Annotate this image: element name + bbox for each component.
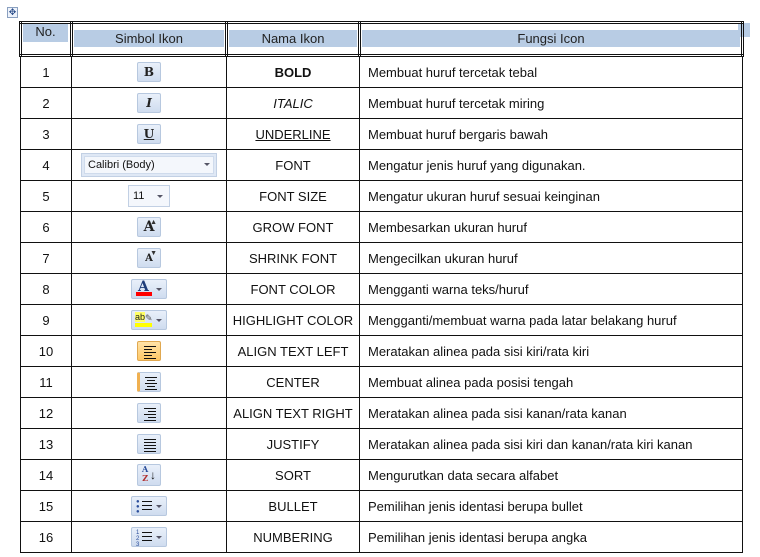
row-number: 3 — [20, 118, 72, 150]
underline-icon[interactable]: U — [137, 124, 161, 144]
row-number: 8 — [20, 273, 72, 305]
chevron-down-icon — [157, 195, 163, 198]
table-row: 16 123 NUMBERING Pemilihan jenis identas… — [20, 521, 743, 553]
chevron-down-icon — [204, 163, 210, 166]
icon-function: Mengganti/membuat warna pada latar belak… — [359, 304, 743, 336]
highlight-color-icon[interactable]: ab ✎ — [131, 310, 167, 330]
justify-icon[interactable] — [137, 434, 161, 454]
bold-icon[interactable]: B — [137, 62, 161, 82]
row-number: 13 — [20, 428, 72, 460]
row-number: 7 — [20, 242, 72, 274]
icon-function: Meratakan alinea pada sisi kiri/rata kir… — [359, 335, 743, 367]
row-number: 12 — [20, 397, 72, 429]
icon-function: Pemilihan jenis identasi berupa angka — [359, 521, 743, 553]
row-number: 1 — [20, 55, 72, 88]
icon-function: Membuat huruf bergaris bawah — [359, 118, 743, 150]
row-number: 15 — [20, 490, 72, 522]
header-name: Nama Ikon — [225, 21, 361, 57]
icon-name: HIGHLIGHT COLOR — [226, 304, 360, 336]
icon-function: Meratakan alinea pada sisi kanan/rata ka… — [359, 397, 743, 429]
table-row: 8 A FONT COLOR Mengganti warna teks/huru… — [20, 273, 743, 305]
row-number: 6 — [20, 211, 72, 243]
table-row: 1 B BOLD Membuat huruf tercetak tebal — [20, 55, 743, 88]
table-row: 13 JUSTIFY Meratakan alinea pada sisi ki… — [20, 428, 743, 460]
shrink-font-icon[interactable]: A ▼ — [137, 248, 161, 268]
icon-name: SHRINK FONT — [226, 242, 360, 274]
align-left-icon[interactable] — [137, 341, 161, 361]
table-row: 10 ALIGN TEXT LEFT Meratakan alinea pada… — [20, 335, 743, 367]
chevron-down-icon — [156, 319, 162, 322]
icon-name: FONT SIZE — [226, 180, 360, 212]
icon-name: NUMBERING — [226, 521, 360, 553]
header-symbol: Simbol Ikon — [70, 21, 228, 57]
icon-name: ITALIC — [226, 87, 360, 119]
row-number: 4 — [20, 149, 72, 181]
row-number: 9 — [20, 304, 72, 336]
icon-name: GROW FONT — [226, 211, 360, 243]
grow-font-icon[interactable]: A ▲ — [137, 217, 161, 237]
icon-name: BULLET — [226, 490, 360, 522]
align-center-icon[interactable] — [137, 372, 161, 392]
icon-function: Mengurutkan data secara alfabet — [359, 459, 743, 491]
font-dropdown[interactable]: Calibri (Body) — [81, 153, 217, 177]
font-size-dropdown[interactable]: 11 — [128, 185, 170, 207]
table-row: 15 ● ● ● BULLET Pemilihan jenis identasi b… — [20, 490, 743, 522]
table-row: 12 ALIGN TEXT RIGHT Meratakan alinea pad… — [20, 397, 743, 429]
row-number: 10 — [20, 335, 72, 367]
font-color-icon[interactable]: A — [131, 279, 167, 299]
table-row: 11 CENTER Membuat alinea pada posisi ten… — [20, 366, 743, 398]
icon-function: Mengatur jenis huruf yang digunakan. — [359, 149, 743, 181]
table-row: 14 A Z ↓ SORT Mengurutkan data secara alfa… — [20, 459, 743, 491]
icon-function: Membesarkan ukuran huruf — [359, 211, 743, 243]
icon-function: Pemilihan jenis identasi berupa bullet — [359, 490, 743, 522]
table-header-row: No. Simbol Ikon Nama Ikon Fungsi Icon — [19, 21, 744, 57]
icon-name: JUSTIFY — [226, 428, 360, 460]
table-row: 9 ab ✎ HIGHLIGHT COLOR Mengganti/membuat … — [20, 304, 743, 336]
icon-function: Mengatur ukuran huruf sesuai keinginan — [359, 180, 743, 212]
table-row: 4 Calibri (Body) FONT Mengatur jenis hur… — [20, 149, 743, 181]
icon-name: ALIGN TEXT RIGHT — [226, 397, 360, 429]
row-number: 11 — [20, 366, 72, 398]
chevron-down-icon — [156, 536, 162, 539]
icon-name: BOLD — [226, 55, 360, 88]
icon-function: Mengganti warna teks/huruf — [359, 273, 743, 305]
header-no: No. — [19, 21, 73, 57]
sort-icon[interactable]: A Z ↓ — [137, 464, 161, 486]
table-row: 5 11 FONT SIZE Mengatur ukuran huruf ses… — [20, 180, 743, 212]
icon-name: FONT — [226, 149, 360, 181]
icon-function: Mengecilkan ukuran huruf — [359, 242, 743, 274]
row-number: 16 — [20, 521, 72, 553]
chevron-down-icon — [156, 505, 162, 508]
icon-name: CENTER — [226, 366, 360, 398]
header-function: Fungsi Icon — [358, 21, 744, 57]
row-number: 2 — [20, 87, 72, 119]
icon-function: Membuat huruf tercetak tebal — [359, 55, 743, 88]
table-row: 7 A ▼ SHRINK FONT Mengecilkan ukuran huru… — [20, 242, 743, 274]
icon-function: Membuat huruf tercetak miring — [359, 87, 743, 119]
table-row: 6 A ▲ GROW FONT Membesarkan ukuran huruf — [20, 211, 743, 243]
italic-icon[interactable]: I — [137, 93, 161, 113]
icon-name: SORT — [226, 459, 360, 491]
numbering-icon[interactable]: 123 — [131, 527, 167, 548]
icon-name: FONT COLOR — [226, 273, 360, 305]
icon-function: Meratakan alinea pada sisi kiri dan kana… — [359, 428, 743, 460]
icon-function: Membuat alinea pada posisi tengah — [359, 366, 743, 398]
row-number: 14 — [20, 459, 72, 491]
row-number: 5 — [20, 180, 72, 212]
chevron-down-icon — [156, 288, 162, 291]
table-row: 2 I ITALIC Membuat huruf tercetak miring — [20, 87, 743, 119]
icon-name: ALIGN TEXT LEFT — [226, 335, 360, 367]
icon-table: No. Simbol Ikon Nama Ikon Fungsi Icon 1 … — [19, 21, 744, 553]
table-row: 3 U UNDERLINE Membuat huruf bergaris baw… — [20, 118, 743, 150]
align-right-icon[interactable] — [137, 403, 161, 423]
bullets-icon[interactable]: ● ● ● — [131, 496, 167, 516]
icon-name: UNDERLINE — [226, 118, 360, 150]
table-move-handle-icon[interactable]: ✥ — [7, 7, 18, 18]
